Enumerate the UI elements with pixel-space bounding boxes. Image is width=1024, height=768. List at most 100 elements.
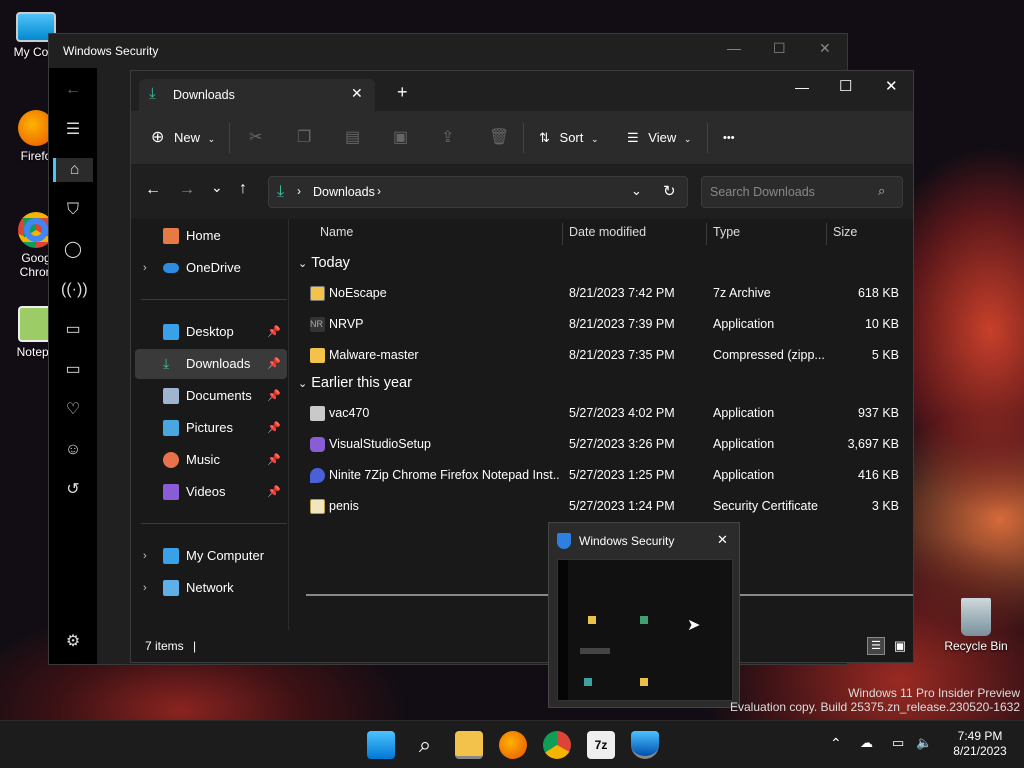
up-arrow-icon[interactable]: ↑ bbox=[239, 180, 247, 198]
file-explorer-icon[interactable] bbox=[455, 731, 483, 759]
table-row[interactable]: Ninite 7Zip Chrome Firefox Notepad Inst.… bbox=[290, 460, 913, 490]
recent-chevron-icon[interactable]: ⌄ bbox=[211, 179, 223, 196]
nav-my-computer[interactable]: › My Computer bbox=[135, 541, 287, 571]
nav-pictures[interactable]: Pictures 📌 bbox=[135, 413, 287, 443]
person-icon[interactable]: ◯ bbox=[61, 238, 85, 262]
maximize-button[interactable]: ☐ bbox=[839, 77, 852, 95]
table-row[interactable]: penis 5/27/2023 1:24 PM Security Certifi… bbox=[290, 491, 913, 521]
paste-icon[interactable]: ▤ bbox=[345, 125, 360, 151]
nav-onedrive[interactable]: › OneDrive bbox=[135, 253, 287, 283]
table-row[interactable]: NoEscape 8/21/2023 7:42 PM 7z Archive 61… bbox=[290, 278, 913, 308]
wifi-icon[interactable]: ((·)) bbox=[61, 278, 88, 302]
table-row[interactable]: NR NRVP 8/21/2023 7:39 PM Application 10… bbox=[290, 309, 913, 339]
nav-videos[interactable]: Videos 📌 bbox=[135, 477, 287, 507]
tiles-view-icon[interactable]: ▣ bbox=[891, 637, 909, 655]
shield-icon bbox=[557, 533, 571, 549]
table-row[interactable]: VisualStudioSetup 5/27/2023 3:26 PM Appl… bbox=[290, 429, 913, 459]
desktop-icon-recycle-bin[interactable]: Recycle Bin bbox=[940, 598, 1012, 653]
group-header-earlier[interactable]: ⌄ Earlier this year bbox=[298, 375, 412, 391]
file-explorer-window[interactable]: ⤓ Downloads ✕ + — ☐ ✕ ⊕ New ⌄ ✂ ❐ ▤ ▣ ⇪ … bbox=[130, 70, 914, 663]
search-input[interactable]: Search Downloads bbox=[710, 185, 815, 199]
group-header-today[interactable]: ⌄ Today bbox=[298, 255, 350, 271]
windows-security-icon[interactable] bbox=[631, 731, 659, 759]
column-header-type[interactable]: Type bbox=[713, 225, 740, 239]
column-header-size[interactable]: Size bbox=[833, 225, 857, 239]
new-tab-button[interactable]: + bbox=[397, 83, 408, 101]
table-row[interactable]: Malware-master 8/21/2023 7:35 PM Compres… bbox=[290, 340, 913, 370]
download-arrow-icon: ⤓ bbox=[163, 355, 170, 371]
back-arrow-icon[interactable]: ← bbox=[61, 78, 85, 102]
chrome-icon[interactable] bbox=[543, 731, 571, 759]
app-browser-icon[interactable]: ▭ bbox=[61, 318, 85, 342]
device-icon[interactable]: ▭ bbox=[61, 358, 85, 382]
share-icon[interactable]: ⇪ bbox=[441, 125, 454, 151]
volume-icon[interactable]: 🔈 bbox=[916, 735, 932, 751]
family-icon[interactable]: ☺ bbox=[61, 438, 85, 462]
forward-arrow-icon[interactable]: → bbox=[179, 181, 195, 199]
history-icon[interactable]: ↺ bbox=[61, 478, 85, 502]
search-icon[interactable]: ⌕ bbox=[411, 731, 439, 759]
close-button[interactable]: ✕ bbox=[819, 40, 831, 57]
chevron-up-icon[interactable]: ⌃ bbox=[830, 735, 842, 752]
nav-music[interactable]: Music 📌 bbox=[135, 445, 287, 475]
view-button[interactable]: ☰ View ⌄ bbox=[627, 125, 691, 151]
7zip-icon[interactable]: 7z bbox=[587, 731, 615, 759]
tab-downloads[interactable]: ⤓ Downloads ✕ bbox=[139, 79, 375, 111]
history-dropdown-icon[interactable]: ⌄ bbox=[631, 183, 642, 199]
cut-icon[interactable]: ✂ bbox=[249, 125, 262, 151]
details-view-icon[interactable]: ☰ bbox=[867, 637, 885, 655]
preview-network-icon bbox=[584, 678, 592, 686]
address-bar[interactable]: ⤓ › Downloads › ⌄ ↻ bbox=[268, 176, 688, 208]
health-icon[interactable]: ♡ bbox=[61, 398, 85, 422]
view-icon: ☰ bbox=[627, 130, 639, 145]
expand-chevron-icon[interactable]: › bbox=[143, 573, 147, 603]
close-button[interactable]: ✕ bbox=[885, 77, 898, 95]
nav-home[interactable]: Home bbox=[135, 221, 287, 251]
new-button[interactable]: ⊕ New ⌄ bbox=[151, 125, 215, 151]
maximize-button[interactable]: ☐ bbox=[773, 40, 786, 57]
more-options-button[interactable]: ••• bbox=[723, 125, 735, 151]
search-box[interactable]: Search Downloads ⌕ bbox=[701, 176, 903, 208]
thumbnail-title: Windows Security bbox=[579, 534, 675, 548]
pin-icon[interactable]: 📌 bbox=[267, 413, 281, 443]
nav-downloads[interactable]: ⤓ Downloads 📌 bbox=[135, 349, 287, 379]
nav-desktop[interactable]: Desktop 📌 bbox=[135, 317, 287, 347]
start-button[interactable] bbox=[367, 731, 395, 759]
clock[interactable]: 7:49 PM 8/21/2023 bbox=[944, 729, 1016, 759]
home-icon[interactable]: ⌂ bbox=[53, 158, 93, 182]
minimize-button[interactable]: — bbox=[795, 79, 809, 95]
pin-icon[interactable]: 📌 bbox=[267, 477, 281, 507]
sort-button[interactable]: ⇅ Sort ⌄ bbox=[539, 125, 599, 151]
close-icon[interactable]: ✕ bbox=[717, 532, 728, 548]
pin-icon[interactable]: 📌 bbox=[267, 445, 281, 475]
shield-icon[interactable]: ⛉ bbox=[61, 198, 85, 222]
column-header-name[interactable]: Name bbox=[320, 225, 353, 239]
back-arrow-icon[interactable]: ← bbox=[145, 181, 161, 199]
settings-gear-icon[interactable]: ⚙ bbox=[61, 630, 85, 654]
sort-icon: ⇅ bbox=[539, 130, 550, 145]
pin-icon[interactable]: 📌 bbox=[267, 349, 281, 379]
hamburger-menu-icon[interactable]: ☰ bbox=[61, 118, 85, 142]
chevron-down-icon: ⌄ bbox=[591, 134, 599, 144]
network-icon[interactable]: ▭ bbox=[892, 735, 904, 751]
taskbar-thumbnail-preview[interactable]: Windows Security ✕ ➤ bbox=[548, 522, 740, 708]
breadcrumb[interactable]: Downloads bbox=[313, 185, 375, 199]
firefox-icon[interactable] bbox=[499, 731, 527, 759]
nav-network[interactable]: › Network bbox=[135, 573, 287, 603]
close-tab-icon[interactable]: ✕ bbox=[351, 85, 363, 102]
expand-chevron-icon[interactable]: › bbox=[143, 541, 147, 571]
security-nav-rail: ← ☰ ⌂ ⛉ ◯ ((·)) ▭ ▭ ♡ ☺ ↺ ⚙ bbox=[49, 68, 97, 664]
pin-icon[interactable]: 📌 bbox=[267, 381, 281, 411]
minimize-button[interactable]: — bbox=[727, 40, 741, 56]
nav-documents[interactable]: Documents 📌 bbox=[135, 381, 287, 411]
column-header-date[interactable]: Date modified bbox=[569, 225, 646, 239]
rename-icon[interactable]: ▣ bbox=[393, 125, 408, 151]
window-preview-image bbox=[557, 559, 733, 701]
cloud-offline-icon[interactable]: ☁ bbox=[860, 735, 873, 751]
expand-chevron-icon[interactable]: › bbox=[143, 253, 147, 283]
delete-icon[interactable]: 🗑 bbox=[489, 125, 509, 151]
copy-icon[interactable]: ❐ bbox=[297, 125, 311, 151]
refresh-icon[interactable]: ↻ bbox=[663, 182, 676, 200]
pin-icon[interactable]: 📌 bbox=[267, 317, 281, 347]
table-row[interactable]: vac470 5/27/2023 4:02 PM Application 937… bbox=[290, 398, 913, 428]
